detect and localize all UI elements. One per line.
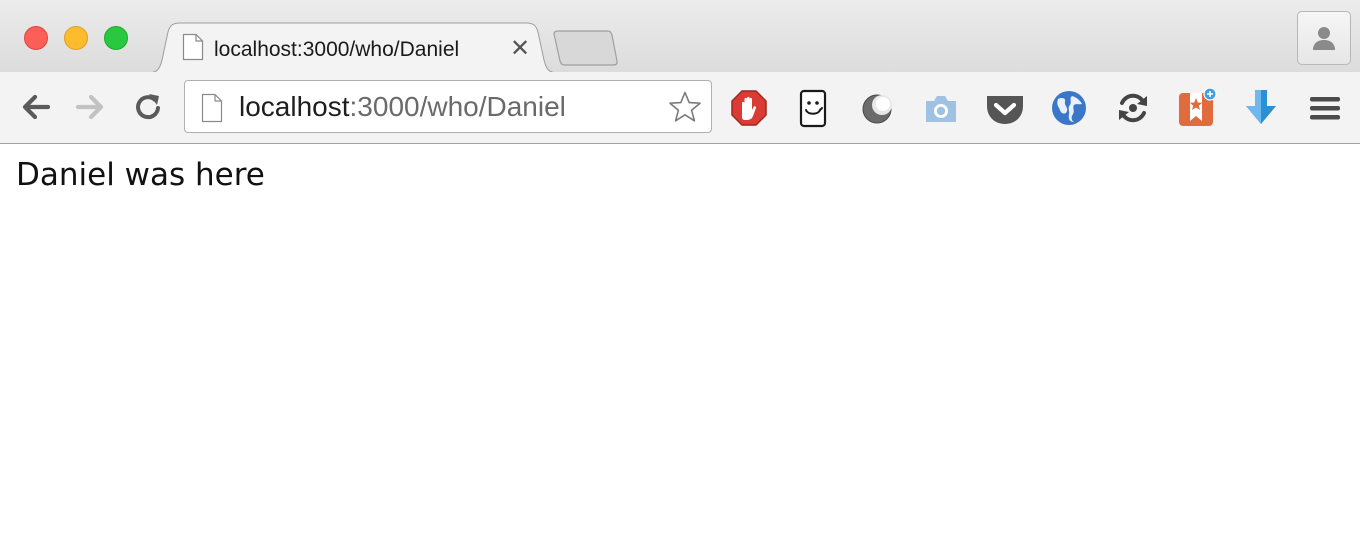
page-body-text: Daniel was here	[16, 157, 265, 193]
page-icon	[182, 33, 204, 66]
window-titlebar: localhost:3000/who/Daniel ✕	[0, 0, 1360, 74]
camera-icon[interactable]	[921, 88, 961, 128]
smiley-phone-icon[interactable]	[793, 88, 833, 128]
download-arrow-icon[interactable]	[1241, 88, 1281, 128]
star-icon[interactable]	[668, 90, 702, 124]
close-window-button[interactable]	[24, 26, 48, 50]
maximize-window-button[interactable]	[104, 26, 128, 50]
page-content: Daniel was here	[0, 144, 1360, 544]
profile-button[interactable]	[1297, 11, 1351, 65]
minimize-window-button[interactable]	[64, 26, 88, 50]
back-button[interactable]	[18, 89, 54, 125]
tab-title: localhost:3000/who/Daniel	[214, 38, 460, 61]
address-bar[interactable]: localhost:3000/who/Daniel	[184, 80, 712, 133]
forward-button[interactable]	[72, 89, 108, 125]
browser-toolbar: localhost:3000/who/Daniel	[0, 72, 1360, 144]
moon-icon[interactable]	[857, 88, 897, 128]
page-icon	[201, 93, 223, 128]
person-icon	[1313, 27, 1335, 50]
globe-icon[interactable]	[1049, 88, 1089, 128]
bookmark-star-icon[interactable]	[1177, 88, 1217, 128]
hamburger-menu-icon[interactable]	[1305, 88, 1345, 128]
arrow-right-icon	[75, 94, 104, 120]
reload-icon	[136, 94, 160, 120]
url-host: localhost	[239, 91, 350, 122]
reload-button[interactable]	[130, 89, 166, 125]
arrow-left-icon	[22, 94, 51, 120]
pocket-icon[interactable]	[985, 88, 1025, 128]
url-path: :3000/who/Daniel	[349, 91, 566, 122]
adblock-icon[interactable]	[729, 88, 769, 128]
tab-active[interactable]: localhost:3000/who/Daniel ✕	[148, 22, 558, 74]
url-text[interactable]: localhost:3000/who/Daniel	[239, 92, 566, 122]
new-tab-button[interactable]	[553, 30, 619, 66]
tab-close-button[interactable]: ✕	[508, 36, 532, 62]
sync-icon[interactable]	[1113, 88, 1153, 128]
